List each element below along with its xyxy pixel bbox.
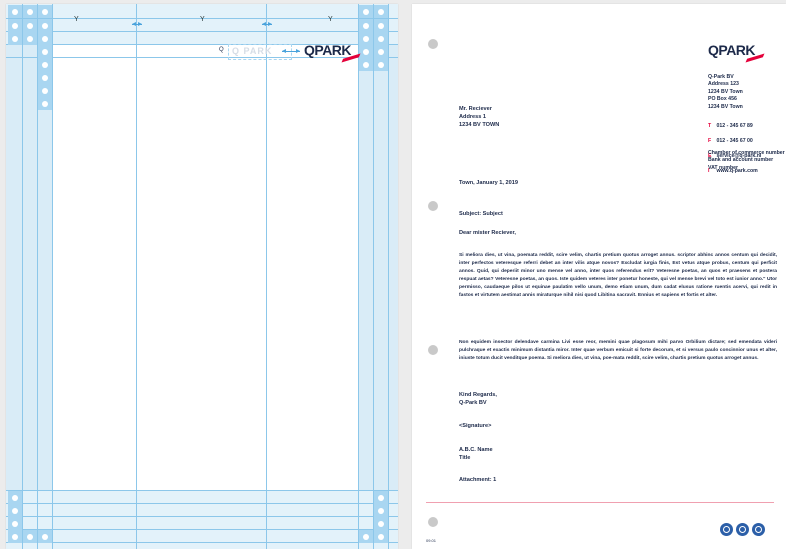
signature-placeholder: <Signature> xyxy=(459,423,492,429)
grid-cell xyxy=(38,84,52,97)
body-paragraph-1: Si meliora dies, ut vina, poemata reddit… xyxy=(459,253,777,298)
certification-badge-icon xyxy=(752,523,765,536)
grid-cell xyxy=(8,504,22,517)
grid-cell xyxy=(8,530,22,543)
grid-cell xyxy=(359,45,373,58)
grid-cell xyxy=(359,19,373,32)
punch-hole xyxy=(428,517,438,527)
punch-hole xyxy=(428,39,438,49)
qpark-logo: QPARK xyxy=(304,42,361,63)
column-label: Y xyxy=(200,16,205,23)
grid-cell xyxy=(374,530,388,543)
gutter-arrow xyxy=(132,22,142,26)
grid-cell xyxy=(374,32,388,45)
grid-cell xyxy=(374,517,388,530)
guide-h xyxy=(6,503,398,504)
guide-v xyxy=(266,4,267,549)
grid-cell xyxy=(374,504,388,517)
salutation: Dear mister Reciever, xyxy=(459,230,516,236)
grid-cell xyxy=(38,97,52,110)
grid-layout-page: Y Y Y Q Q PARK QPARK xyxy=(6,4,398,549)
gutter-arrow xyxy=(262,22,272,26)
guide-v xyxy=(52,4,53,549)
grid-cell xyxy=(8,517,22,530)
top-band xyxy=(6,4,398,44)
guide-v xyxy=(388,4,389,549)
letter-date: Town, January 1, 2019 xyxy=(459,180,518,186)
logo-arrow xyxy=(282,49,300,53)
guide-h xyxy=(6,542,398,543)
punch-hole xyxy=(428,201,438,211)
guide-v xyxy=(136,4,137,549)
grid-cell xyxy=(8,32,22,45)
letter-page: QPARK Q-Park BV Address 123 1234 BV Town… xyxy=(412,4,786,549)
grid-cell xyxy=(374,45,388,58)
column-label: Y xyxy=(74,16,79,23)
grid-cell xyxy=(38,530,52,543)
grid-cell xyxy=(374,5,388,18)
grid-cell xyxy=(359,32,373,45)
grid-cell xyxy=(23,19,37,32)
closing: Kind Regards, Q-Park BV xyxy=(459,392,497,406)
grid-cell xyxy=(8,5,22,18)
grid-cell xyxy=(359,530,373,543)
punch-hole xyxy=(428,345,438,355)
sender-address: Q-Park BV Address 123 1234 BV Town PO Bo… xyxy=(708,74,743,110)
logo-marker: Q xyxy=(219,47,224,53)
grid-cell xyxy=(374,19,388,32)
footer-code: 09.01 xyxy=(426,538,437,543)
signer: A.B.C. Name Title xyxy=(459,447,493,461)
grid-cell xyxy=(374,491,388,504)
grid-cell xyxy=(38,58,52,71)
guide-h xyxy=(6,490,398,491)
footer-rule xyxy=(426,502,774,503)
certification-badge-icon xyxy=(720,523,733,536)
attachment: Attachment: 1 xyxy=(459,477,497,483)
company-info: Chamber of commerce number Bank and acco… xyxy=(708,150,785,171)
guide-h xyxy=(6,31,398,32)
grid-cell xyxy=(8,19,22,32)
guide-v xyxy=(358,4,359,549)
grid-cell xyxy=(359,5,373,18)
body-paragraph-2: Non equidem insector delendave carmina L… xyxy=(459,340,777,361)
grid-cell xyxy=(8,491,22,504)
grid-cell xyxy=(23,530,37,543)
grid-cell xyxy=(38,45,52,58)
grid-cell xyxy=(38,5,52,18)
grid-cell xyxy=(38,32,52,45)
logo-ghost: Q PARK xyxy=(232,46,273,56)
recipient-address: Mr. Reciever Address 1 1234 BV TOWN xyxy=(459,106,500,128)
right-margin-band xyxy=(358,4,398,549)
qpark-logo: QPARK xyxy=(708,42,765,63)
guide-v xyxy=(22,4,23,549)
grid-cell xyxy=(38,19,52,32)
certification-badge-icon xyxy=(736,523,749,536)
grid-cell xyxy=(23,5,37,18)
guide-v xyxy=(373,4,374,549)
grid-cell xyxy=(38,71,52,84)
grid-cell xyxy=(374,58,388,71)
bottom-band xyxy=(6,490,398,549)
column-label: Y xyxy=(328,16,333,23)
grid-cell xyxy=(359,58,373,71)
grid-cell xyxy=(23,32,37,45)
letter-subject: Subject: Subject xyxy=(459,211,503,217)
guide-h xyxy=(6,529,398,530)
guide-h xyxy=(6,516,398,517)
